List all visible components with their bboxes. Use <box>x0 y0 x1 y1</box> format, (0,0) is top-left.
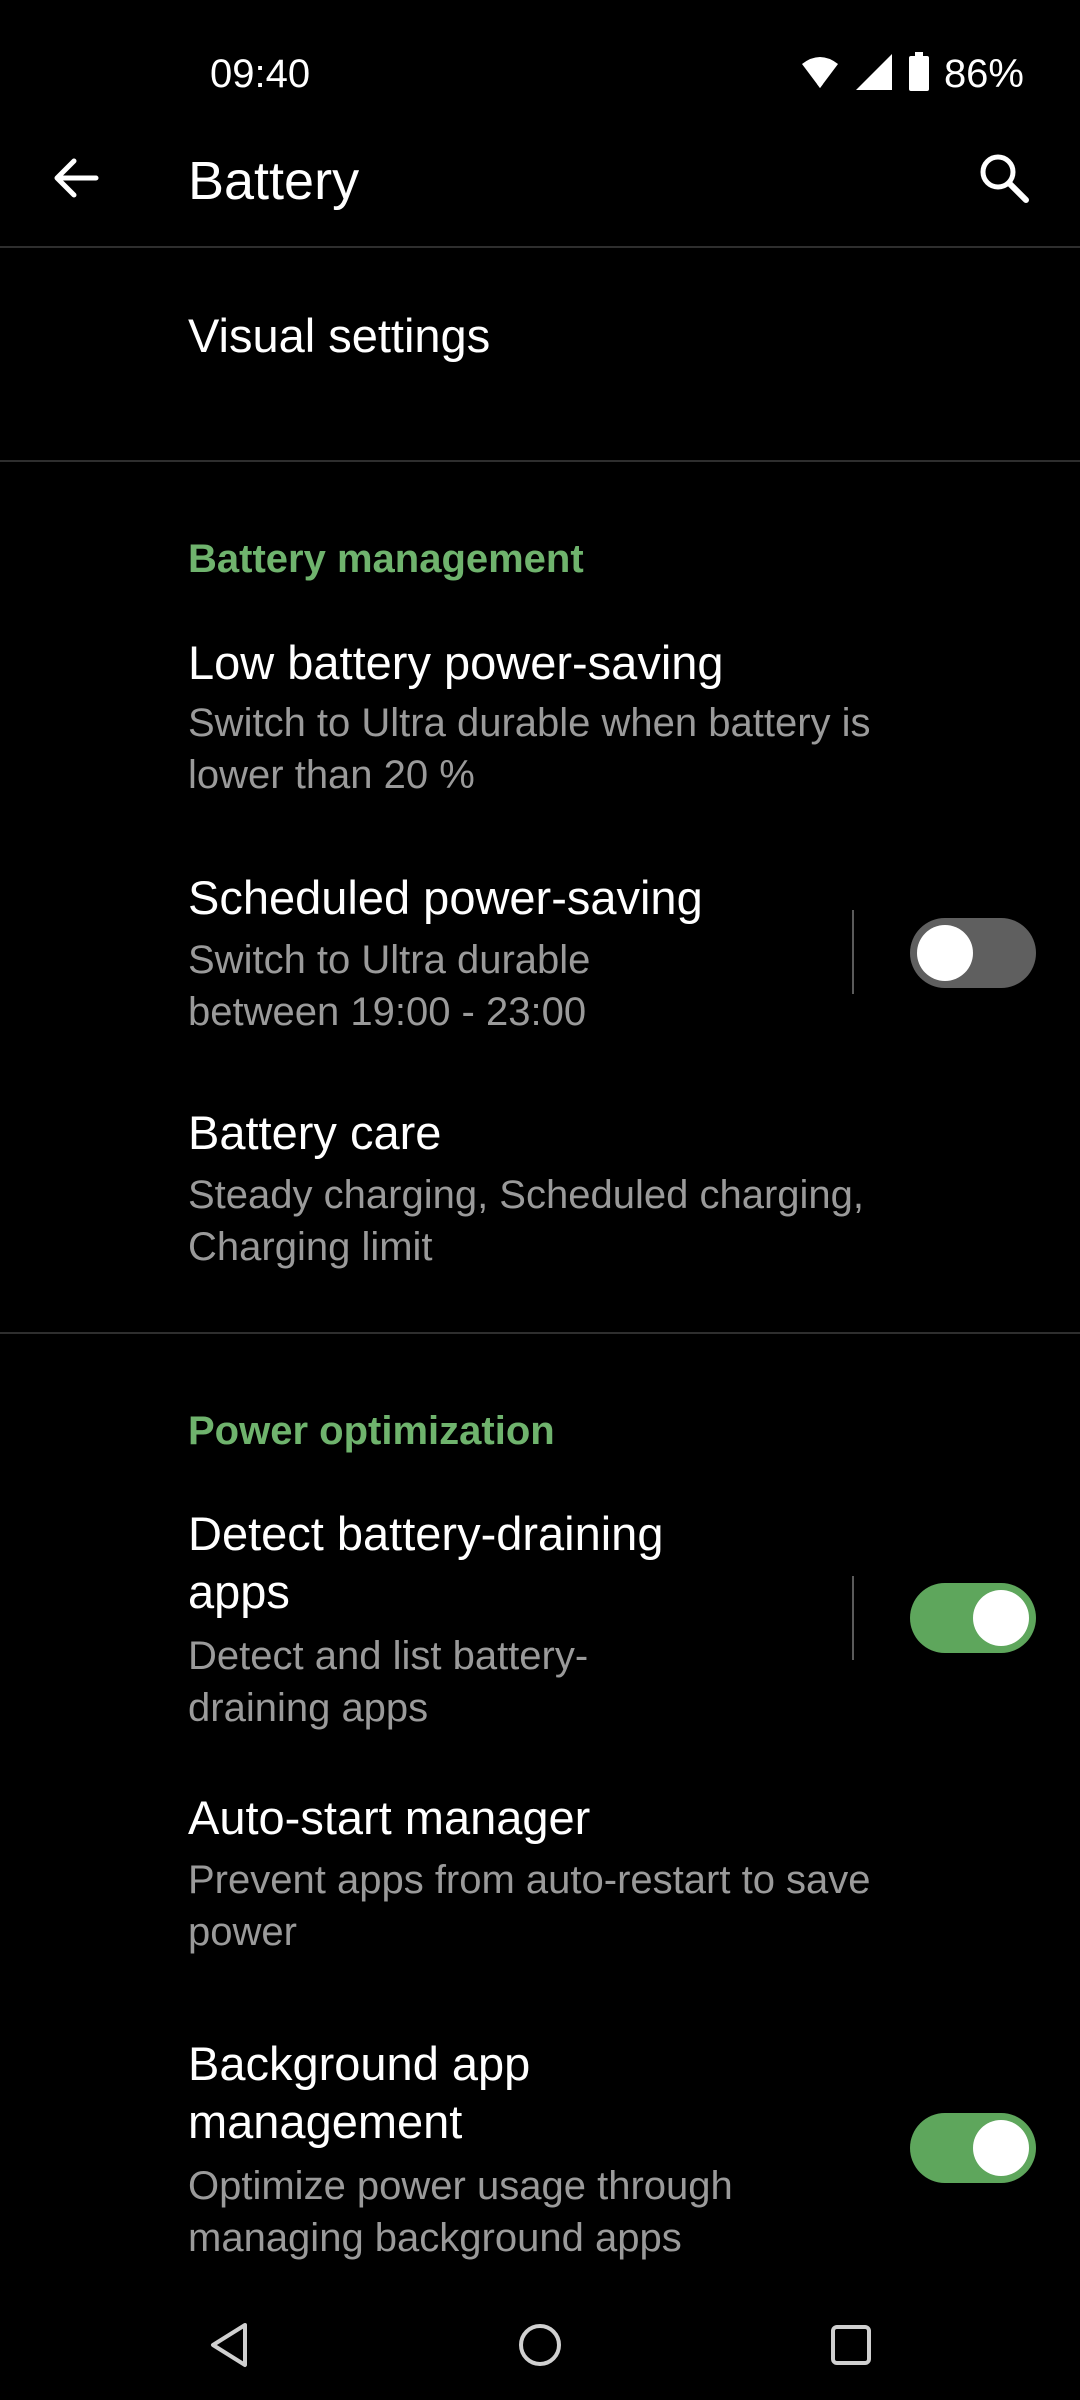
search-button[interactable] <box>968 142 1040 214</box>
nav-recents-icon <box>831 2325 871 2365</box>
scheduled-power-saving-subtitle: Switch to Ultra durable between 19:00 - … <box>188 938 591 1034</box>
background-app-management-title: Background app management <box>188 2037 531 2148</box>
app-bar-divider <box>0 246 1080 248</box>
detect-battery-draining-apps-subtitle: Detect and list battery-draining apps <box>188 1634 589 1730</box>
section-divider-2 <box>0 1332 1080 1334</box>
scheduled-power-saving-separator <box>852 910 854 994</box>
auto-start-manager-item[interactable]: Auto-start manager Prevent apps from aut… <box>0 1775 1080 1985</box>
wifi-icon <box>800 54 840 95</box>
back-arrow-icon <box>54 158 99 198</box>
status-time: 09:40 <box>210 52 311 96</box>
detect-battery-draining-apps-separator <box>852 1576 854 1660</box>
low-battery-power-saving-subtitle: Switch to Ultra durable when battery is … <box>188 701 871 797</box>
battery-care-subtitle: Steady charging, Scheduled charging, Cha… <box>188 1173 865 1269</box>
cell-signal-icon <box>854 52 894 97</box>
battery-percent: 86% <box>943 52 1024 96</box>
detect-battery-draining-apps-toggle[interactable] <box>910 1583 1036 1653</box>
detect-battery-draining-apps-item[interactable]: Detect battery-draining apps Detect and … <box>0 1495 840 1745</box>
power-optimization-header: Power optimization <box>188 1409 555 1453</box>
scheduled-power-saving-toggle[interactable] <box>910 918 1036 988</box>
battery-management-header: Battery management <box>188 537 584 581</box>
nav-back-button[interactable] <box>184 2300 274 2390</box>
battery-icon <box>908 51 930 97</box>
search-icon <box>980 154 1029 203</box>
visual-settings-title: Visual settings <box>188 309 491 362</box>
nav-home-button[interactable] <box>495 2300 585 2390</box>
scheduled-power-saving-item[interactable]: Scheduled power-saving Switch to Ultra d… <box>0 855 840 1065</box>
background-app-management-toggle[interactable] <box>910 2113 1036 2183</box>
nav-recents-button[interactable] <box>806 2300 896 2390</box>
battery-care-item[interactable]: Battery care Steady charging, Scheduled … <box>0 1090 1080 1300</box>
page-title: Battery <box>188 151 360 211</box>
detect-battery-draining-apps-title: Detect battery-draining apps <box>188 1507 664 1618</box>
nav-back-icon <box>211 2323 247 2367</box>
auto-start-manager-subtitle: Prevent apps from auto-restart to save p… <box>188 1858 871 1954</box>
toggle-knob <box>917 925 973 981</box>
battery-care-title: Battery care <box>188 1106 442 1159</box>
visual-settings-item[interactable]: Visual settings <box>0 250 1080 460</box>
background-app-management-subtitle: Optimize power usage through managing ba… <box>188 2164 733 2260</box>
low-battery-power-saving-item[interactable]: Low battery power-saving Switch to Ultra… <box>0 620 1080 830</box>
auto-start-manager-title: Auto-start manager <box>188 1791 591 1844</box>
toggle-knob <box>973 1590 1029 1646</box>
low-battery-power-saving-title: Low battery power-saving <box>188 636 724 689</box>
background-app-management-item[interactable]: Background app management Optimize power… <box>0 2025 880 2275</box>
scheduled-power-saving-title: Scheduled power-saving <box>188 871 703 924</box>
back-button[interactable] <box>40 142 112 214</box>
nav-home-icon <box>519 2324 561 2366</box>
status-icons: 86% <box>800 48 1024 100</box>
toggle-knob <box>973 2120 1029 2176</box>
section-divider-1 <box>0 460 1080 462</box>
